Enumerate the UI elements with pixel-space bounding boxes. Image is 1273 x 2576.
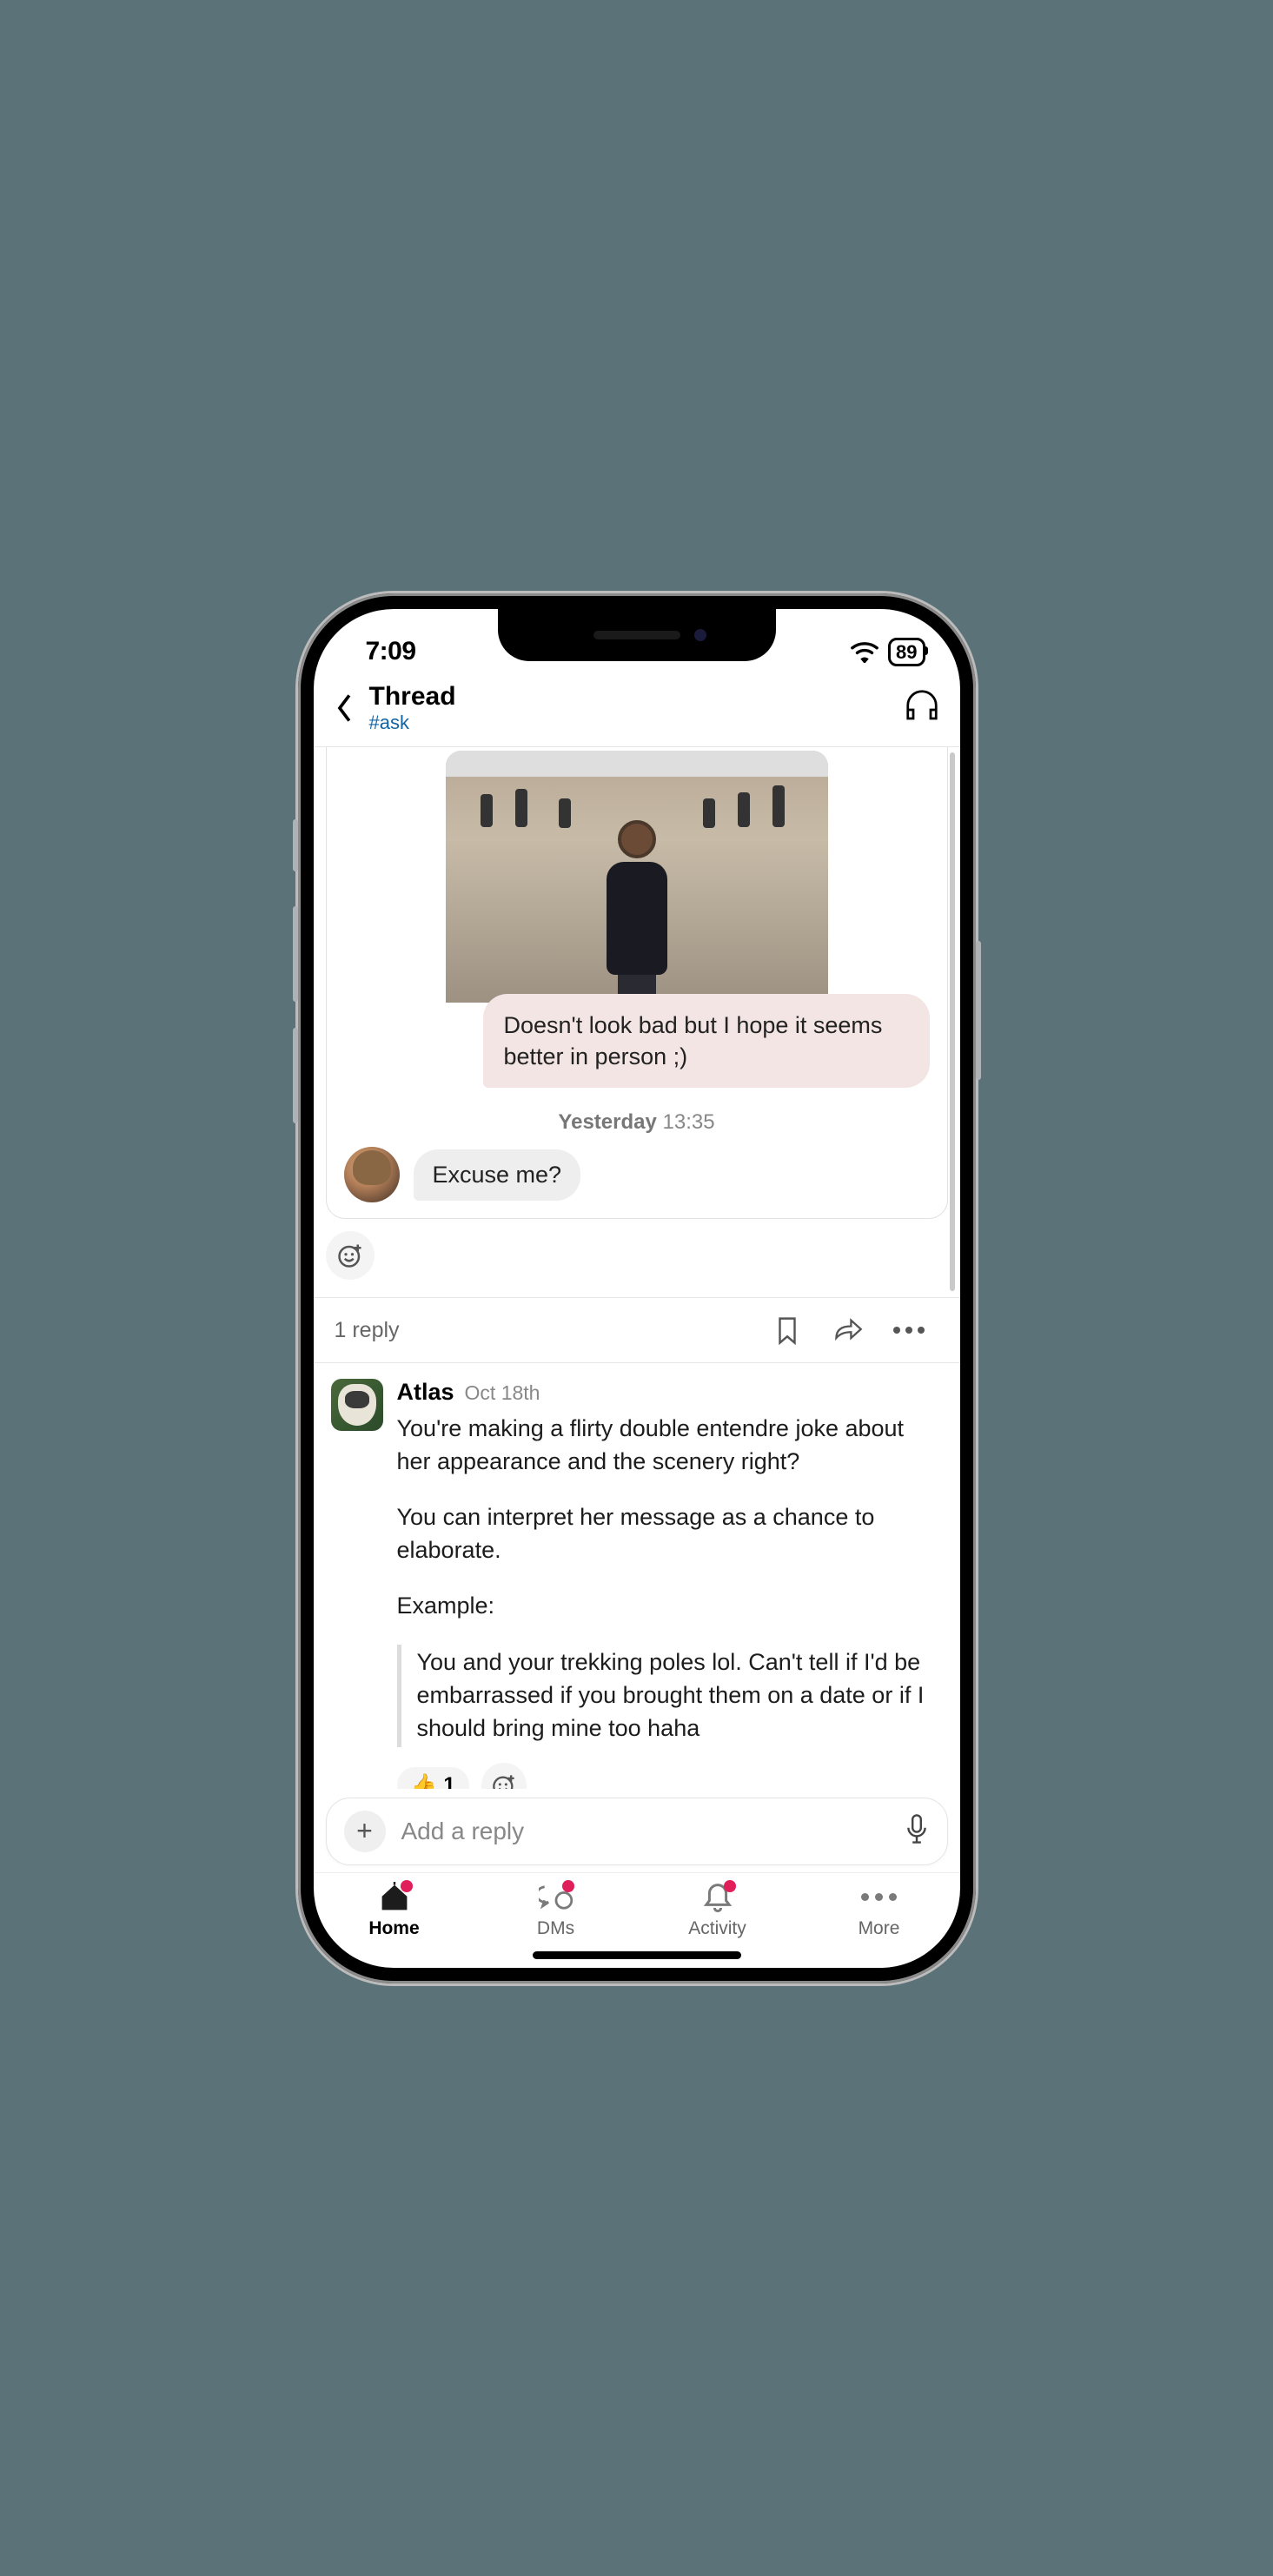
thread-reply-message[interactable]: Atlas Oct 18th You're making a flirty do…: [314, 1363, 960, 1788]
composer-placeholder[interactable]: Add a reply: [401, 1818, 888, 1845]
reply-composer[interactable]: + Add a reply: [326, 1798, 948, 1865]
chat-outgoing-bubble: Doesn't look bad but I hope it seems bet…: [483, 994, 930, 1089]
status-time: 7:09: [366, 637, 416, 666]
chat-avatar: [344, 1147, 400, 1202]
device-notch: [498, 609, 776, 661]
more-actions-button[interactable]: [879, 1327, 939, 1334]
device-side-button: [293, 1028, 298, 1123]
huddle-button[interactable]: [905, 690, 939, 725]
channel-link[interactable]: #ask: [369, 712, 905, 734]
chat-timestamp: Yesterday 13:35: [327, 1105, 947, 1147]
thread-header: Thread #ask: [314, 670, 960, 747]
device-frame: 7:09 89 Thread #ask: [298, 593, 976, 1983]
bookmark-button[interactable]: [757, 1315, 818, 1345]
badge-icon: [724, 1880, 736, 1892]
wifi-icon: [850, 640, 879, 663]
more-icon: [861, 1882, 897, 1913]
reaction-chip[interactable]: 👍 1: [397, 1767, 469, 1788]
device-side-button: [293, 906, 298, 1002]
embedded-chat-screenshot[interactable]: Doesn't look bad but I hope it seems bet…: [326, 747, 948, 1220]
home-indicator[interactable]: [533, 1951, 741, 1959]
add-reaction-button[interactable]: [481, 1763, 527, 1789]
page-title: Thread: [369, 682, 905, 712]
badge-icon: [401, 1880, 413, 1892]
mic-button[interactable]: [904, 1813, 930, 1849]
composer-add-button[interactable]: +: [344, 1811, 386, 1852]
chat-photo: [446, 751, 828, 1003]
message-text: You're making a flirty double entendre j…: [397, 1413, 943, 1746]
thread-actions-row: 1 reply: [314, 1298, 960, 1362]
back-button[interactable]: [328, 693, 362, 723]
thread-content: Doesn't look bad but I hope it seems bet…: [314, 747, 960, 1789]
avatar[interactable]: [331, 1379, 383, 1431]
tab-home[interactable]: Home: [314, 1882, 475, 1939]
chat-incoming-bubble: Excuse me?: [414, 1149, 581, 1201]
message-time: Oct 18th: [465, 1381, 540, 1405]
device-side-button: [293, 819, 298, 871]
battery-indicator: 89: [888, 638, 925, 666]
tab-activity[interactable]: Activity: [637, 1882, 799, 1939]
message-quote: You and your trekking poles lol. Can't t…: [397, 1645, 943, 1746]
add-reaction-button[interactable]: [326, 1231, 375, 1280]
tab-more[interactable]: More: [799, 1882, 960, 1939]
badge-icon: [562, 1880, 574, 1892]
share-button[interactable]: [818, 1315, 879, 1345]
screen: 7:09 89 Thread #ask: [314, 609, 960, 1968]
message-author[interactable]: Atlas: [397, 1379, 454, 1406]
reaction-count: 1: [443, 1773, 454, 1789]
reply-count: 1 reply: [335, 1318, 757, 1343]
tab-dms[interactable]: DMs: [475, 1882, 637, 1939]
device-side-button: [976, 941, 981, 1080]
tab-bar: Home DMs Activity More: [314, 1872, 960, 1946]
scrollbar[interactable]: [950, 752, 955, 1291]
thumbs-up-icon: 👍: [411, 1772, 437, 1788]
